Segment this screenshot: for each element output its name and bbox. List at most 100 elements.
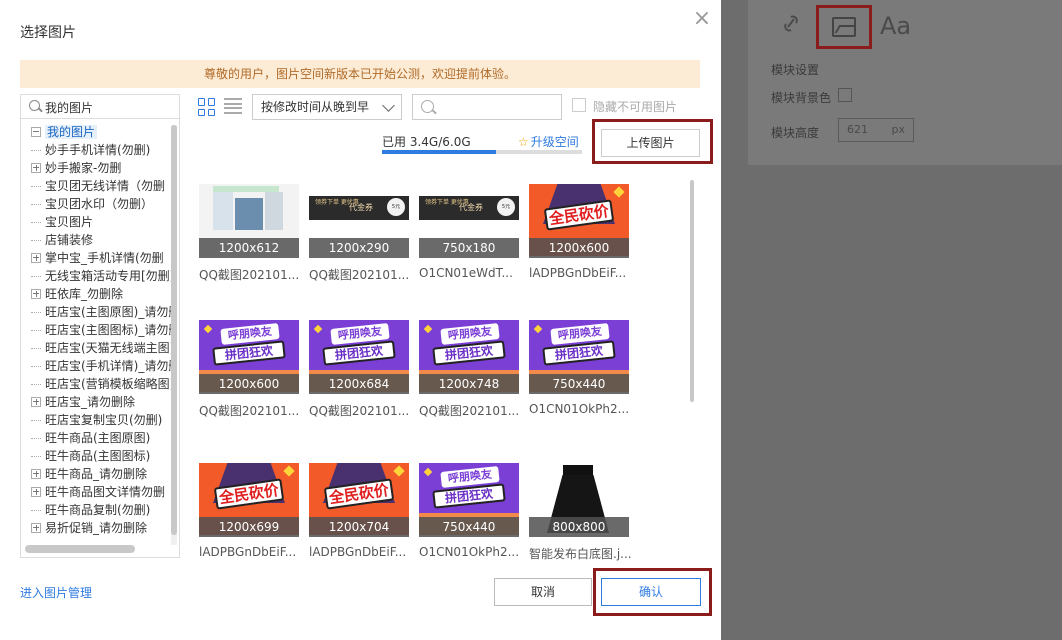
sort-select-value: 按修改时间从晚到早: [261, 100, 370, 114]
image-filename: QQ截图202101...: [199, 268, 300, 282]
image-size-label: 750x440: [529, 374, 629, 394]
image-size-label: 1200x699: [199, 517, 299, 537]
tree-item[interactable]: 易折促销_请勿删除: [21, 519, 171, 537]
module-settings-label: 模块设置: [771, 63, 820, 77]
module-bg-color-label: 模块背景色: [771, 91, 832, 105]
tree-item[interactable]: 妙手手机详情(勿删): [21, 141, 171, 159]
tree-connector: [31, 384, 41, 385]
expand-icon[interactable]: [31, 162, 41, 173]
tree-item[interactable]: 宝贝图片: [21, 213, 171, 231]
tree-connector: [31, 366, 41, 367]
tree-item-label: 旺牛商品图文详情勿删: [45, 485, 166, 499]
tree-connector: [31, 330, 41, 331]
grid-view-icon[interactable]: [198, 98, 216, 116]
image-size-label: 1200x612: [199, 238, 299, 258]
image-filename: QQ截图202101...: [309, 268, 410, 282]
tree-item[interactable]: 旺牛商品_请勿删除: [21, 465, 171, 483]
image-icon-highlight[interactable]: [816, 5, 872, 49]
dialog-title: 选择图片: [20, 25, 76, 41]
tree-item[interactable]: 旺店宝(天猫无线端主图): [21, 339, 171, 357]
tree-item-label: 旺店宝(主图图标)_请勿删除: [45, 323, 171, 337]
tree-item-label: 我的图片: [45, 125, 98, 139]
image-filename: lADPBGnDbEiF...: [529, 266, 627, 280]
tree-item-label: 易折促销_请勿删除: [45, 521, 148, 535]
image-size-label: 1200x600: [529, 238, 629, 258]
image-size-label: 750x440: [419, 517, 519, 537]
tree-item-label: 旺店宝复制宝贝(勿删): [45, 413, 163, 427]
upgrade-space-label: 升级空间: [530, 135, 579, 149]
close-icon[interactable]: ×: [692, 8, 712, 30]
tree-vertical-scrollbar[interactable]: [171, 125, 177, 545]
tree-item[interactable]: 旺依库_勿删除: [21, 285, 171, 303]
list-view-icon[interactable]: [224, 98, 242, 114]
tree-connector: [31, 222, 41, 223]
image-filename: O1CN01eWdT...: [419, 266, 513, 280]
tree-item[interactable]: 妙手搬家-勿删: [21, 159, 171, 177]
folder-search-input[interactable]: [45, 98, 170, 116]
collapse-icon[interactable]: [31, 126, 41, 137]
tree-item-label: 旺牛商品复制(勿删): [45, 503, 151, 517]
tree-item[interactable]: 无线宝箱活动专用[勿删]: [21, 267, 171, 285]
tree-item[interactable]: 旺牛商品(主图原图): [21, 429, 171, 447]
folder-tree-panel: 我的图片妙手手机详情(勿删) 妙手搬家-勿删宝贝团无线详情（勿删宝贝团水印（勿删）…: [20, 94, 180, 558]
tree-item-label: 旺依库_勿删除: [45, 287, 124, 301]
sort-select[interactable]: 按修改时间从晚到早: [252, 94, 402, 120]
tree-item[interactable]: 旺店宝(营销模板缩略图): [21, 375, 171, 393]
tree-connector: [31, 240, 41, 241]
tree-item[interactable]: 旺店宝复制宝贝(勿删): [21, 411, 171, 429]
tree-item-label: 妙手搬家-勿删: [45, 161, 122, 175]
tree-item-label: 旺牛商品(主图原图): [45, 431, 151, 445]
module-height-input[interactable]: 621 px: [838, 118, 914, 142]
star-icon: ☆: [518, 135, 529, 149]
editor-toolbar: [780, 8, 802, 40]
tree-item[interactable]: 旺店宝(主图图标)_请勿删除: [21, 321, 171, 339]
text-style-icon[interactable]: Aa: [880, 12, 911, 40]
folder-search[interactable]: [21, 95, 179, 119]
tree-item-label: 妙手手机详情(勿删): [45, 143, 151, 157]
tree-item-label: 无线宝箱活动专用[勿删]: [45, 269, 171, 283]
image-size-label: 1200x684: [309, 374, 409, 394]
tree-item-label: 旺店宝_请勿删除: [45, 395, 136, 409]
module-height-label: 模块高度: [771, 126, 820, 140]
image-filename: 智能发布白底图.j...: [529, 547, 632, 561]
search-icon: [29, 100, 40, 111]
confirm-button[interactable]: 确认: [601, 578, 701, 606]
expand-icon[interactable]: [31, 486, 41, 497]
expand-icon[interactable]: [31, 252, 41, 263]
tree-item[interactable]: 宝贝团无线详情（勿删: [21, 177, 171, 195]
image-search-input[interactable]: [412, 94, 562, 120]
link-icon[interactable]: [780, 8, 802, 40]
expand-icon[interactable]: [31, 288, 41, 299]
tree-connector: [31, 150, 41, 151]
cancel-button[interactable]: 取消: [494, 578, 592, 606]
expand-icon[interactable]: [31, 468, 41, 479]
tree-item[interactable]: 宝贝团水印（勿删）: [21, 195, 171, 213]
expand-icon[interactable]: [31, 522, 41, 533]
image-management-link[interactable]: 进入图片管理: [20, 584, 92, 601]
tree-horizontal-scrollbar[interactable]: [25, 545, 135, 553]
grid-scrollbar[interactable]: [690, 180, 694, 402]
tree-item[interactable]: 掌中宝_手机详情(勿删: [21, 249, 171, 267]
image-size-label: 750x180: [419, 238, 519, 258]
upload-image-button[interactable]: 上传图片: [601, 129, 700, 157]
image-filename: QQ截图202101...: [419, 404, 520, 418]
tree-item[interactable]: 旺牛商品(主图图标): [21, 447, 171, 465]
tree-item-label: 宝贝图片: [45, 215, 94, 229]
tree-item[interactable]: 旺店宝(手机详情)_请勿删除: [21, 357, 171, 375]
tree-item[interactable]: 旺牛商品复制(勿删): [21, 501, 171, 519]
tree-item-label: 旺牛商品(主图图标): [45, 449, 151, 463]
module-bg-color-checkbox[interactable]: [838, 88, 852, 102]
folder-tree: 我的图片妙手手机详情(勿删) 妙手搬家-勿删宝贝团无线详情（勿删宝贝团水印（勿删）…: [21, 123, 171, 541]
tree-item[interactable]: 旺店宝_请勿删除: [21, 393, 171, 411]
tree-item-label: 旺店宝(营销模板缩略图): [45, 377, 171, 391]
upgrade-space-link[interactable]: ☆ 升级空间: [518, 133, 579, 150]
tree-item[interactable]: 旺牛商品图文详情勿删: [21, 483, 171, 501]
module-height-unit: px: [891, 123, 906, 136]
hide-unavailable-checkbox[interactable]: [572, 98, 586, 112]
tree-item[interactable]: 旺店宝(主图原图)_请勿删除: [21, 303, 171, 321]
tree-item-label: 宝贝团无线详情（勿删: [45, 179, 166, 193]
tree-item[interactable]: 店铺装修: [21, 231, 171, 249]
tree-connector: [31, 276, 41, 277]
expand-icon[interactable]: [31, 396, 41, 407]
tree-root-item[interactable]: 我的图片: [21, 123, 171, 141]
